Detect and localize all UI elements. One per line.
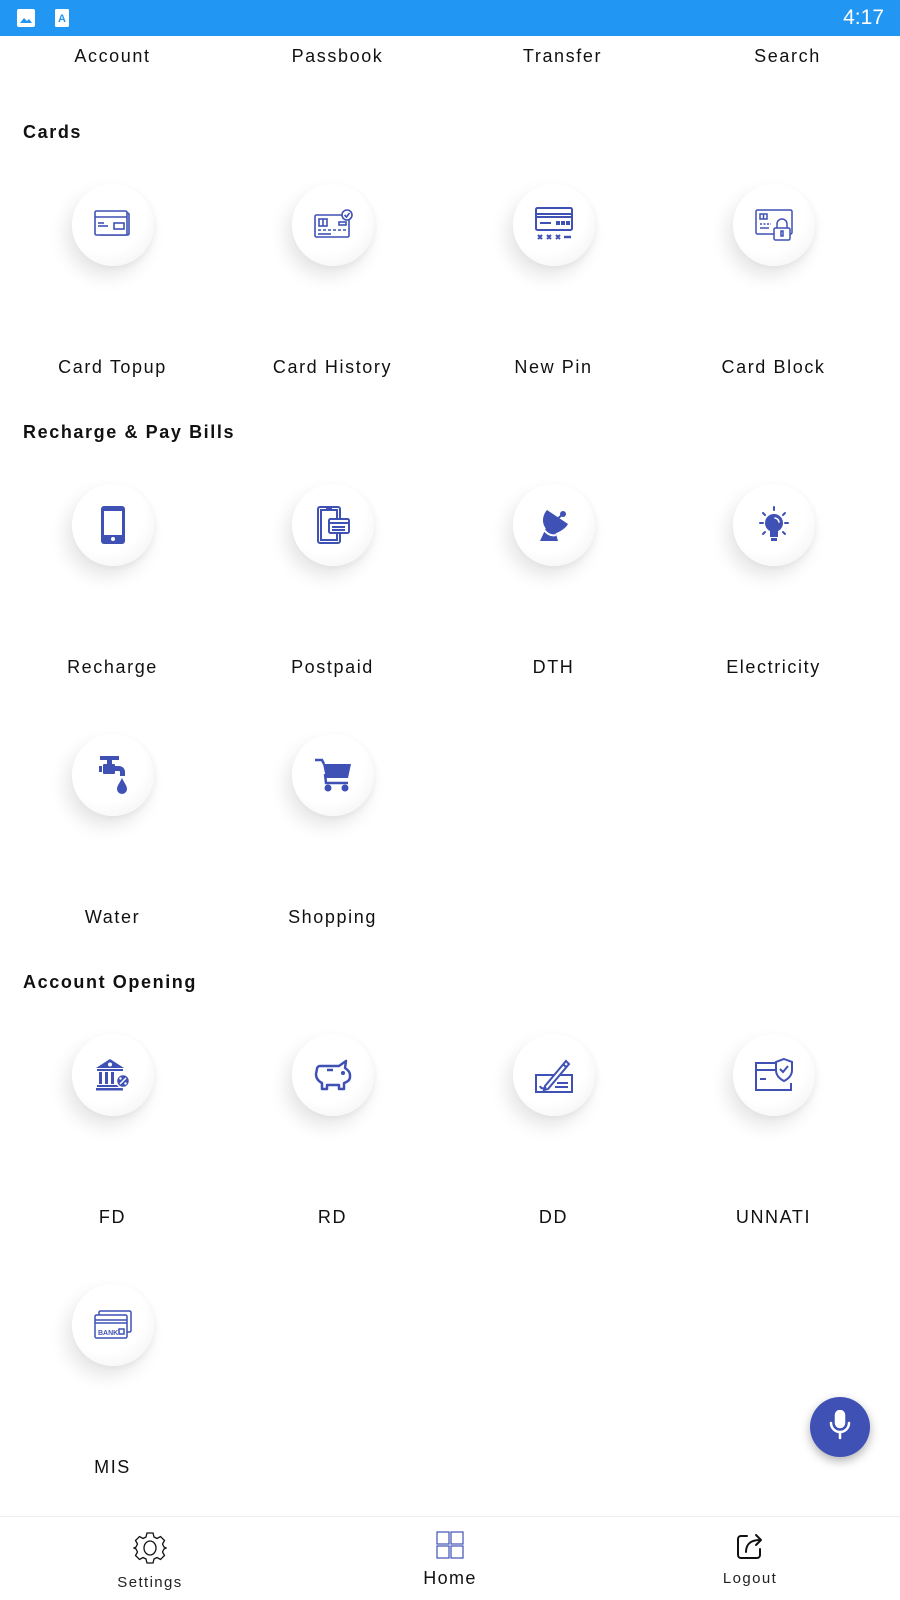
postpaid-button[interactable] [292,484,374,566]
shortcut-passbook[interactable]: Passbook [225,46,450,67]
tile-unnati[interactable]: UNNATI [661,1034,886,1284]
card-history-button[interactable] [292,184,374,266]
cheque-sign-icon [535,1056,573,1094]
nav-label: Settings [117,1574,183,1591]
svg-text:BANK: BANK [98,1330,118,1337]
grid-home-icon [436,1531,464,1564]
nav-label: Logout [722,1570,778,1587]
mis-button[interactable]: BANK [72,1284,154,1366]
shortcut-search[interactable]: Search [675,46,900,67]
gallery-notification-icon [16,8,36,28]
tile-label: MIS [94,1457,131,1477]
tile-rd[interactable]: RD [220,1034,445,1284]
tile-label: UNNATI [735,1207,812,1227]
bottom-navigation: Settings Home Logout [0,1516,900,1600]
new-pin-button[interactable] [513,184,595,266]
nav-home[interactable]: Home [300,1517,600,1600]
tile-water[interactable]: Water [0,734,225,984]
tile-mis[interactable]: BANK MIS [0,1284,225,1516]
rd-button[interactable] [292,1034,374,1116]
card-history-icon [313,209,353,241]
shopping-cart-icon [314,758,352,792]
status-bar: A 4:17 [0,0,900,36]
tile-recharge[interactable]: Recharge [0,484,225,734]
tile-label: Shopping [288,907,377,927]
piggy-bank-icon [313,1059,353,1091]
card-block-button[interactable] [733,184,815,266]
secure-card-icon [754,1057,794,1093]
tile-electricity[interactable]: Electricity [661,484,886,734]
tile-label: Card History [272,357,393,377]
clock: 4:17 [843,6,884,29]
card-block-icon [755,208,793,242]
card-topup-icon [94,209,132,241]
top-shortcut-row: Account Passbook Transfer Search [0,46,900,67]
nav-settings[interactable]: Settings [0,1517,300,1600]
shortcut-transfer[interactable]: Transfer [450,46,675,67]
postpaid-bill-icon [316,506,350,544]
dd-button[interactable] [513,1034,595,1116]
water-button[interactable] [72,734,154,816]
tile-card-topup[interactable]: Card Topup [0,184,225,434]
unnati-button[interactable] [733,1034,815,1116]
shopping-button[interactable] [292,734,374,816]
tile-label: Water [84,907,141,927]
section-title-cards: Cards [23,122,83,142]
tile-new-pin[interactable]: New Pin [441,184,666,434]
light-bulb-icon [754,505,794,545]
tile-label: DTH [532,657,575,677]
voice-assistant-button[interactable] [810,1397,870,1457]
dth-button[interactable] [513,484,595,566]
nav-logout[interactable]: Logout [600,1517,900,1600]
text-notification-icon: A [52,8,72,28]
shortcut-account[interactable]: Account [0,46,225,67]
dashboard-scroll-area[interactable]: Account Passbook Transfer Search Cards C… [0,36,900,1516]
tile-dth[interactable]: DTH [441,484,666,734]
nav-label: Home [423,1568,477,1588]
tile-label: Postpaid [291,657,374,677]
satellite-dish-icon [538,508,570,542]
tile-label: New Pin [514,357,593,377]
mobile-phone-icon [101,506,125,544]
bank-cards-icon: BANK [94,1310,132,1340]
tile-label: RD [317,1207,348,1227]
tile-label: FD [98,1207,127,1227]
tile-fd[interactable]: FD [0,1034,225,1284]
tile-label: Card Topup [58,357,167,377]
new-pin-icon [535,207,573,243]
tile-label: Electricity [726,657,821,677]
tile-dd[interactable]: DD [441,1034,666,1284]
recharge-button[interactable] [72,484,154,566]
logout-share-icon [735,1531,765,1566]
microphone-icon [828,1409,852,1445]
gear-icon [132,1531,168,1570]
tile-label: DD [538,1207,569,1227]
water-tap-icon [97,755,129,795]
electricity-button[interactable] [733,484,815,566]
card-topup-button[interactable] [72,184,154,266]
svg-text:A: A [58,13,66,25]
tile-label: Card Block [721,357,826,377]
tile-shopping[interactable]: Shopping [220,734,445,984]
tile-postpaid[interactable]: Postpaid [220,484,445,734]
tile-card-block[interactable]: Card Block [661,184,886,434]
bank-percent-icon [95,1058,131,1092]
section-title-account-opening: Account Opening [23,972,197,992]
section-title-recharge-bills: Recharge & Pay Bills [23,422,236,442]
tile-card-history[interactable]: Card History [220,184,445,434]
tile-label: Recharge [67,657,158,677]
fd-button[interactable] [72,1034,154,1116]
